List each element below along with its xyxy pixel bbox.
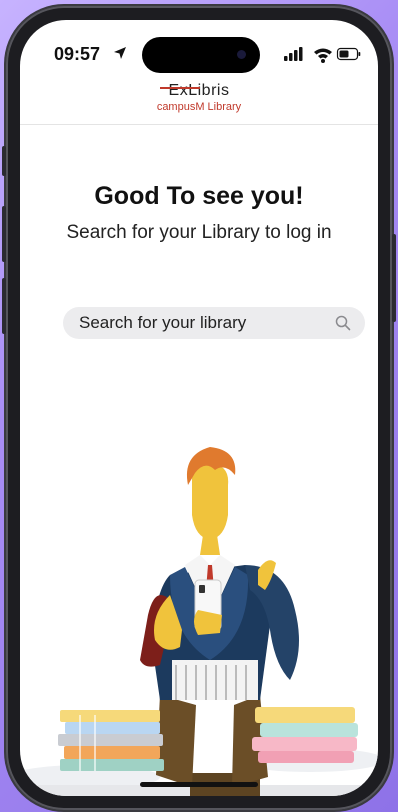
app-screen: 09:57 ExLibris campusM Library Good To s… — [20, 20, 378, 796]
brand-name-top: ExLibris — [168, 82, 230, 99]
dynamic-island — [142, 37, 260, 73]
search-icon[interactable] — [335, 315, 351, 331]
volume-down-button — [2, 278, 6, 334]
status-bar: 09:57 — [20, 20, 378, 73]
status-icons — [284, 47, 361, 63]
signal-icon — [284, 47, 303, 61]
student-illustration — [20, 447, 378, 796]
status-time: 09:57 — [54, 44, 101, 64]
login-instruction: Search for your Library to log in — [66, 222, 332, 243]
library-search-input[interactable]: Search for your library — [63, 307, 365, 339]
wifi-icon — [314, 48, 332, 63]
header-divider — [20, 124, 378, 125]
brand-accent-line — [160, 87, 200, 89]
greeting-heading: Good To see you! — [94, 182, 304, 210]
phone-frame: 09:57 ExLibris campusM Library Good To s… — [2, 6, 396, 810]
search-placeholder: Search for your library — [79, 313, 247, 332]
brand-name-bottom: campusM Library — [156, 101, 242, 113]
power-button — [392, 234, 396, 322]
volume-up-button — [2, 206, 6, 262]
location-arrow-icon — [114, 47, 126, 59]
action-button — [2, 146, 6, 176]
home-indicator[interactable] — [140, 782, 258, 787]
brand-logo: ExLibris campusM Library — [20, 76, 378, 126]
camera-icon — [237, 50, 246, 59]
battery-icon — [336, 47, 361, 61]
